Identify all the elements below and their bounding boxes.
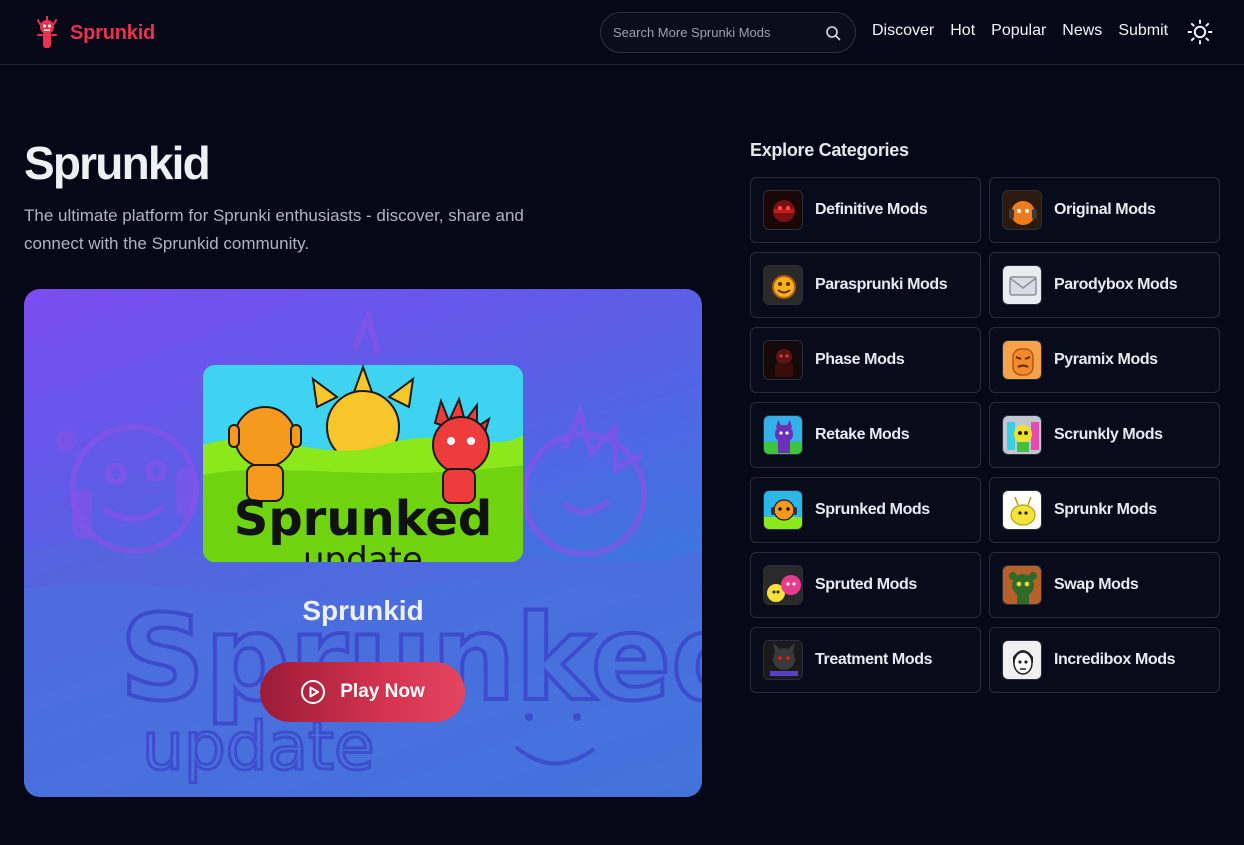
sprunki-logo-icon [36, 16, 58, 48]
category-label: Retake Mods [815, 426, 910, 443]
nav-hot[interactable]: Hot [950, 22, 975, 40]
game-title: Sprunkid [302, 595, 424, 626]
category-incredibox-mods[interactable]: Incredibox Mods [989, 627, 1220, 693]
categories-grid: Definitive Mods Original Mods Parasprunk… [750, 177, 1220, 693]
swap-mods-icon [1002, 565, 1042, 605]
brand-link[interactable]: Sprunkid [34, 16, 155, 50]
treatment-mods-icon [763, 640, 803, 680]
category-sprunked-mods[interactable]: Sprunked Mods [750, 477, 981, 543]
search-button[interactable] [823, 23, 843, 43]
nav-popular[interactable]: Popular [991, 22, 1046, 40]
play-circle-icon [301, 680, 326, 704]
sprunkr-mods-icon [1002, 490, 1042, 530]
original-mods-icon [1002, 190, 1042, 230]
incredibox-mods-icon [1002, 640, 1042, 680]
category-label: Spruted Mods [815, 576, 917, 593]
category-original-mods[interactable]: Original Mods [989, 177, 1220, 243]
thumbnail-title-text: Sprunked [234, 491, 493, 547]
category-label: Definitive Mods [815, 201, 928, 218]
game-thumbnail[interactable]: Sprunked update [203, 365, 523, 562]
game-thumbnail-image: Sprunked update [203, 365, 523, 562]
phase-mods-icon [763, 340, 803, 380]
thumbnail-subtitle-text: update [303, 540, 423, 562]
category-swap-mods[interactable]: Swap Mods [989, 552, 1220, 618]
category-pyramix-mods[interactable]: Pyramix Mods [989, 327, 1220, 393]
category-label: Original Mods [1054, 201, 1156, 218]
page-description: The ultimate platform for Sprunki enthus… [24, 206, 524, 253]
category-label: Parasprunki Mods [815, 276, 948, 293]
category-label: Scrunkly Mods [1054, 426, 1163, 443]
category-spruted-mods[interactable]: Spruted Mods [750, 552, 981, 618]
featured-game-card: Sprunked update Sprunked update Sprunkid… [24, 289, 702, 797]
main-nav: Discover Hot Popular News Submit [872, 22, 1168, 40]
category-label: Treatment Mods [815, 651, 933, 668]
category-label: Swap Mods [1054, 576, 1139, 593]
category-label: Pyramix Mods [1054, 351, 1158, 368]
category-label: Phase Mods [815, 351, 905, 368]
category-scrunkly-mods[interactable]: Scrunkly Mods [989, 402, 1220, 468]
parasprunki-mods-icon [763, 265, 803, 305]
spruted-mods-icon [763, 565, 803, 605]
category-definitive-mods[interactable]: Definitive Mods [750, 177, 981, 243]
category-label: Sprunked Mods [815, 501, 930, 518]
category-phase-mods[interactable]: Phase Mods [750, 327, 981, 393]
pyramix-mods-icon [1002, 340, 1042, 380]
brand-name: Sprunkid [70, 21, 156, 44]
category-treatment-mods[interactable]: Treatment Mods [750, 627, 981, 693]
category-retake-mods[interactable]: Retake Mods [750, 402, 981, 468]
definitive-mods-icon [763, 190, 803, 230]
sprunked-mods-icon [763, 490, 803, 530]
search-icon [826, 25, 841, 40]
search-box [600, 12, 856, 53]
parodybox-mods-icon [1002, 265, 1042, 305]
page-title: Sprunkid [24, 137, 211, 189]
nav-news[interactable]: News [1062, 22, 1102, 40]
category-parasprunki-mods[interactable]: Parasprunki Mods [750, 252, 981, 318]
category-parodybox-mods[interactable]: Parodybox Mods [989, 252, 1220, 318]
site-header: Sprunkid Discover Hot Popular News Submi… [0, 0, 1244, 65]
search-input[interactable] [613, 25, 823, 40]
retake-mods-icon [763, 415, 803, 455]
scrunkly-mods-icon [1002, 415, 1042, 455]
sun-icon[interactable] [1186, 18, 1214, 46]
category-label: Sprunkr Mods [1054, 501, 1157, 518]
play-now-button[interactable]: Play Now [260, 662, 465, 722]
category-sprunkr-mods[interactable]: Sprunkr Mods [989, 477, 1220, 543]
nav-submit[interactable]: Submit [1118, 22, 1168, 40]
category-label: Parodybox Mods [1054, 276, 1178, 293]
category-label: Incredibox Mods [1054, 651, 1176, 668]
categories-title: Explore Categories [750, 140, 909, 160]
play-now-label: Play Now [340, 681, 425, 702]
nav-discover[interactable]: Discover [872, 22, 934, 40]
